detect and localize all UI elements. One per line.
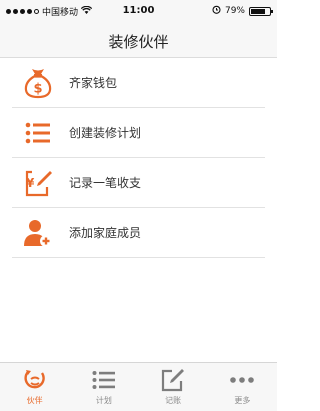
menu-item-add-member[interactable]: 添加家庭成员 bbox=[12, 208, 265, 258]
money-bag-icon: $ bbox=[20, 67, 56, 99]
page-title: 装修伙伴 bbox=[108, 33, 169, 51]
more-icon bbox=[229, 368, 255, 392]
status-bar: 中国移动 11:00 79% bbox=[0, 0, 277, 22]
tab-partner[interactable]: 伙伴 bbox=[0, 363, 69, 411]
menu-item-label: 添加家庭成员 bbox=[69, 226, 142, 240]
edit-icon bbox=[160, 368, 186, 392]
tab-bar: 伙伴 计划 记账 更多 bbox=[0, 362, 277, 411]
battery-percent: 79% bbox=[224, 6, 245, 16]
menu-item-record-transaction[interactable]: ¥ 记录一笔收支 bbox=[12, 158, 265, 208]
list-icon bbox=[20, 117, 56, 149]
tab-label: 伙伴 bbox=[26, 396, 43, 405]
list-icon bbox=[91, 368, 117, 392]
menu-list: $ 齐家钱包 创建装修计划 ¥ 记录一笔收支 添加家庭成员 bbox=[12, 58, 265, 258]
tab-label: 更多 bbox=[234, 396, 251, 405]
tab-more[interactable]: 更多 bbox=[208, 363, 277, 411]
alarm-icon bbox=[212, 5, 221, 17]
tab-label: 记账 bbox=[165, 396, 182, 405]
status-right: 79% bbox=[212, 5, 273, 17]
menu-item-label: 创建装修计划 bbox=[69, 126, 142, 140]
yen-edit-icon: ¥ bbox=[20, 167, 56, 199]
tab-plan[interactable]: 计划 bbox=[69, 363, 138, 411]
partner-icon bbox=[22, 368, 48, 392]
menu-item-create-plan[interactable]: 创建装修计划 bbox=[12, 108, 265, 158]
tab-label: 计划 bbox=[95, 396, 112, 405]
battery-icon bbox=[249, 6, 273, 16]
add-member-icon bbox=[20, 217, 56, 249]
tab-bookkeeping[interactable]: 记账 bbox=[139, 363, 208, 411]
menu-item-label: 记录一笔收支 bbox=[69, 176, 142, 190]
svg-text:$: $ bbox=[33, 81, 42, 96]
svg-text:¥: ¥ bbox=[26, 176, 35, 190]
navigation-bar: 装修伙伴 bbox=[0, 22, 277, 58]
menu-item-label: 齐家钱包 bbox=[69, 76, 118, 90]
menu-item-wallet[interactable]: $ 齐家钱包 bbox=[12, 58, 265, 108]
